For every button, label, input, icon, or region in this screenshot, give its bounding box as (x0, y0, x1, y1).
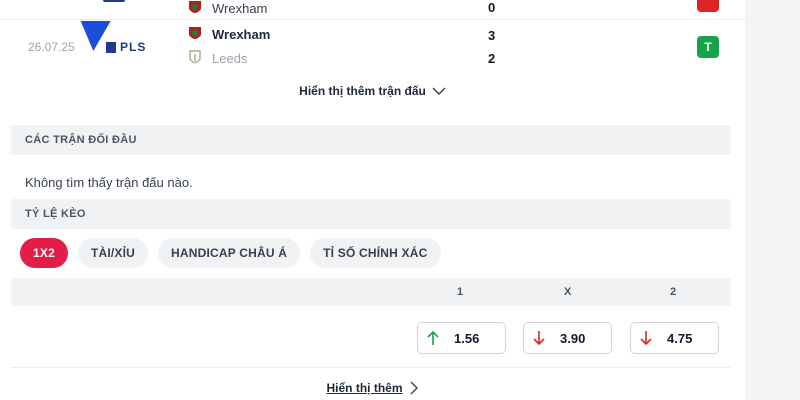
odd-home[interactable]: 1.56 (417, 322, 506, 354)
competition-logo (103, 0, 125, 2)
competition-logo: PLS (106, 40, 146, 54)
home-team: Wrexham (186, 0, 267, 17)
away-team: Leeds (186, 49, 247, 67)
chevron-right-icon (410, 381, 418, 395)
match-date: 26.07.25 (28, 40, 75, 54)
column-x: X (564, 286, 572, 298)
tab-1x2[interactable]: 1X2 (20, 238, 68, 268)
column-1: 1 (457, 286, 464, 298)
show-more-matches-button[interactable]: Hiển thị thêm trận đấu (0, 84, 745, 98)
result-badge: T (697, 36, 719, 58)
column-2: 2 (670, 286, 677, 298)
tab-ti-so-chinh-xac[interactable]: TỈ SỐ CHÍNH XÁC (310, 238, 441, 268)
show-more-button[interactable]: Hiển thị thêm (0, 381, 745, 395)
home-score: 3 (488, 28, 496, 43)
match-row[interactable]: Wrexham 0 (0, 0, 745, 20)
home-score: 0 (488, 0, 496, 15)
tab-handicap-chau-a[interactable]: HANDICAP CHÂU Á (158, 238, 301, 268)
arrow-up-icon (418, 330, 448, 346)
odd-draw[interactable]: 3.90 (523, 322, 612, 354)
wrexham-crest-icon (186, 0, 204, 17)
match-row[interactable]: 26.07.25 PLS Wrexham Leeds 3 2 T (0, 21, 745, 73)
head-to-head-header: CÁC TRẬN ĐỐI ĐẦU (11, 125, 731, 155)
competition-icon (106, 42, 116, 54)
leeds-crest-icon (186, 49, 204, 67)
odd-away[interactable]: 4.75 (630, 322, 719, 354)
odds-header: TỶ LỆ KÈO (11, 199, 731, 229)
wrexham-crest-icon (186, 25, 204, 43)
chevron-down-icon (432, 87, 446, 95)
tab-tai-xiu[interactable]: TÀI/XỈU (77, 238, 149, 268)
home-team: Wrexham (186, 25, 270, 43)
odds-column-header: 1 X 2 (11, 278, 731, 306)
arrow-down-icon (524, 330, 554, 346)
odds-row: 1.56 3.90 4.75 (11, 306, 731, 368)
head-to-head-empty-text: Không tìm thấy trận đấu nào. (25, 175, 193, 190)
right-sidebar (745, 0, 800, 400)
away-score: 2 (488, 51, 496, 66)
arrow-down-icon (631, 330, 661, 346)
match-panel: Wrexham 0 26.07.25 PLS Wrexham Leeds 3 2… (0, 0, 745, 400)
odds-tabs: 1X2 TÀI/XỈU HANDICAP CHÂU Á TỈ SỐ CHÍNH … (20, 238, 441, 268)
result-badge (697, 0, 719, 12)
